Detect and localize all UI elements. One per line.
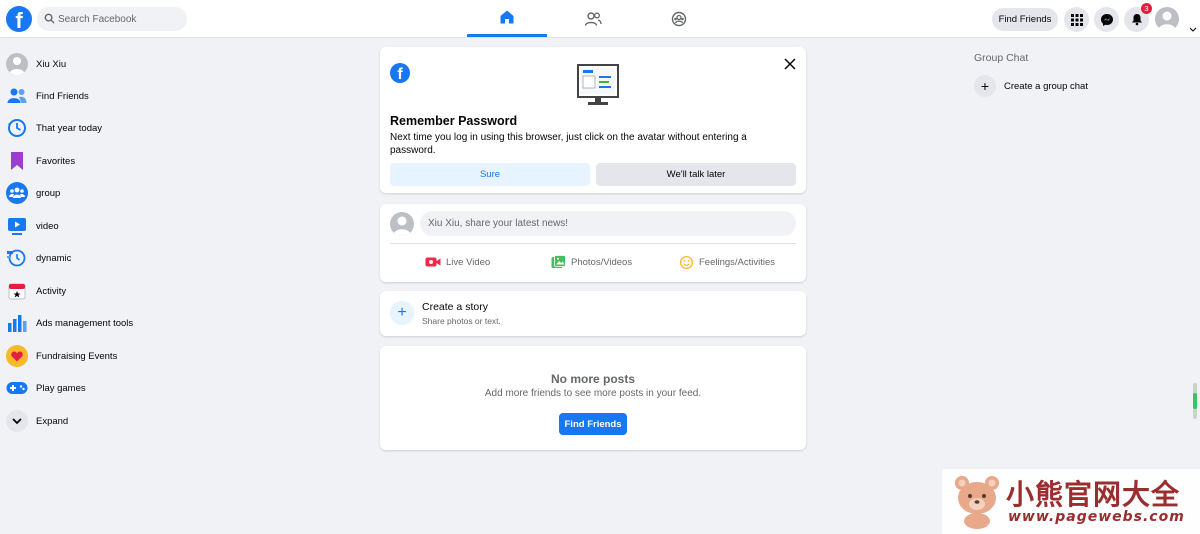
remember-description: Next time you log in using this browser,…	[390, 132, 747, 156]
status-input[interactable]	[420, 211, 796, 236]
menu-button[interactable]	[1064, 7, 1089, 32]
chevron-down-icon	[6, 410, 28, 432]
remember-title: Remember Password	[390, 114, 518, 128]
video-icon	[6, 215, 28, 237]
group-chat-heading: Group Chat	[974, 52, 1029, 64]
messenger-icon	[1100, 13, 1113, 26]
sidebar-item-label: Play games	[36, 382, 86, 394]
account-avatar[interactable]	[1155, 7, 1179, 31]
live-video-label: Live Video	[446, 256, 491, 268]
live-video-button[interactable]: Live Video	[425, 252, 490, 272]
account-chevron-icon	[1190, 27, 1197, 32]
scrollbar[interactable]	[1193, 383, 1197, 419]
group-icon	[6, 182, 28, 204]
bookmark-icon	[6, 150, 28, 172]
sidebar-item-label: Activity	[36, 285, 67, 297]
close-button[interactable]	[781, 55, 799, 73]
find-friends-cta-button[interactable]: Find Friends	[559, 413, 627, 435]
sidebar-item-expand[interactable]: Expand	[6, 406, 196, 436]
no-more-posts-title: No more posts	[550, 372, 635, 386]
tab-friends[interactable]	[553, 0, 633, 37]
sidebar-item-favorites[interactable]: Favorites	[6, 146, 196, 176]
story-title: Create a story	[422, 301, 488, 313]
sidebar-item-label: Favorites	[36, 155, 76, 167]
top-navigation-bar: f Find Friends 3	[0, 0, 1200, 38]
smiley-icon	[680, 255, 693, 269]
sure-button[interactable]: Sure	[390, 163, 590, 186]
sidebar-item-label: That year today	[36, 122, 103, 134]
sidebar-item-memories[interactable]: That year today	[6, 113, 196, 143]
remember-password-card: f Remember Password Next time you log in…	[380, 47, 806, 193]
post-composer-card: Live Video Photos/Videos Feelings/Activi…	[380, 204, 806, 282]
gamepad-icon	[6, 377, 28, 399]
sidebar-item-label: video	[36, 220, 59, 232]
sidebar-item-fundraisers[interactable]: Fundraising Events	[6, 341, 196, 371]
sidebar-item-ads-manager[interactable]: Ads management tools	[6, 308, 196, 338]
default-avatar-icon	[393, 216, 411, 236]
sidebar-item-activity[interactable]: Activity	[6, 276, 196, 306]
sidebar-item-video[interactable]: video	[6, 211, 196, 241]
search-box[interactable]	[37, 7, 187, 31]
sidebar-item-label: group	[36, 187, 61, 199]
watermark-url: www.pagewebs.com	[1008, 509, 1185, 525]
bell-icon	[1131, 14, 1142, 26]
live-video-icon	[425, 257, 441, 267]
messenger-button[interactable]	[1094, 7, 1119, 32]
no-more-posts-subtitle: Add more friends to see more posts in yo…	[484, 388, 702, 399]
plus-icon: +	[974, 75, 996, 97]
watermark-brand: 小熊官网大全	[1006, 478, 1181, 511]
bar-chart-icon	[6, 312, 28, 334]
search-icon	[44, 13, 55, 24]
watermark: 小熊官网大全 www.pagewebs.com	[942, 469, 1200, 534]
sidebar-item-label: Expand	[36, 415, 69, 427]
avatar	[6, 53, 28, 75]
facebook-logo: f	[390, 63, 410, 83]
sidebar-item-find-friends[interactable]: Find Friends	[6, 81, 196, 111]
calendar-icon	[6, 280, 28, 302]
sidebar-item-profile[interactable]: Xiu Xiu	[6, 49, 196, 79]
feeling-activity-label: Feelings/Activities	[699, 256, 776, 268]
plus-icon: +	[390, 301, 414, 325]
close-icon	[784, 58, 796, 70]
find-friends-button[interactable]: Find Friends	[992, 8, 1058, 31]
feed-end-card: No more posts Add more friends to see mo…	[380, 346, 806, 450]
home-icon	[500, 10, 514, 24]
notification-badge: 3	[1141, 3, 1152, 14]
sidebar-item-play-games[interactable]: Play games	[6, 373, 196, 403]
avatar[interactable]	[390, 212, 414, 236]
friends-icon	[6, 85, 28, 107]
default-avatar-icon	[1158, 11, 1176, 31]
divider	[390, 243, 796, 244]
sidebar-item-dynamic[interactable]: dynamic	[6, 243, 196, 273]
groups-icon	[671, 11, 687, 26]
tab-groups[interactable]	[639, 0, 719, 37]
sidebar-item-label: Find Friends	[36, 90, 89, 102]
clock-icon	[6, 117, 28, 139]
sidebar-item-label: Ads management tools	[36, 317, 134, 329]
feeling-activity-button[interactable]: Feelings/Activities	[679, 252, 775, 272]
photo-icon	[551, 255, 566, 268]
story-subtitle: Share photos or text.	[422, 316, 501, 326]
create-group-chat-button[interactable]: + Create a group chat	[974, 75, 1088, 97]
photo-video-label: Photos/Videos	[571, 256, 633, 268]
search-input[interactable]	[58, 7, 183, 31]
sidebar-item-group[interactable]: group	[6, 178, 196, 208]
facebook-logo[interactable]: f	[6, 6, 32, 32]
grid-menu-icon	[1070, 13, 1083, 26]
photo-video-button[interactable]: Photos/Videos	[551, 252, 632, 272]
heart-icon	[6, 345, 28, 367]
monitor-illustration-icon	[577, 64, 619, 105]
tab-home[interactable]	[467, 0, 547, 37]
sidebar-item-label: Fundraising Events	[36, 350, 118, 362]
talk-later-button[interactable]: We'll talk later	[596, 163, 796, 186]
bear-logo-icon	[955, 476, 999, 529]
dynamic-icon	[6, 247, 28, 269]
create-group-chat-label: Create a group chat	[1004, 80, 1088, 92]
sidebar-item-label: Xiu Xiu	[36, 58, 67, 70]
friends-icon	[584, 11, 602, 26]
sidebar-item-label: dynamic	[36, 252, 72, 264]
create-story-card[interactable]: + Create a story Share photos or text.	[380, 291, 806, 336]
